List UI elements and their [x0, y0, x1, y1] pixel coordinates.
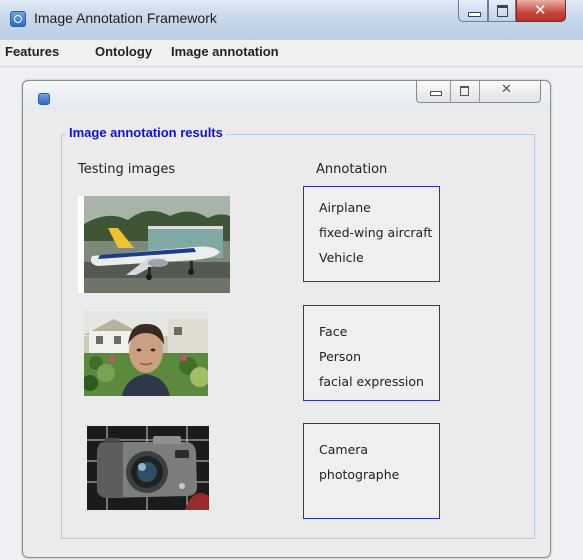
annotation-label: Face [319, 324, 348, 339]
maximize-icon [460, 86, 469, 96]
maximize-icon [497, 5, 508, 17]
close-icon: ✕ [534, 1, 547, 19]
annotation-label: Camera [319, 442, 369, 457]
minimize-icon [430, 91, 442, 96]
internal-frame-controls: ✕ [416, 81, 541, 103]
minimize-icon [468, 12, 481, 17]
annotation-label: Vehicle [319, 250, 364, 265]
annotation-label: facial expression [319, 374, 424, 389]
group-title: Image annotation results [66, 125, 226, 140]
column-header-testing-images: Testing images [78, 162, 176, 177]
window-title: Image Annotation Framework [34, 10, 217, 26]
face-image [84, 311, 208, 396]
airplane-image [78, 196, 230, 293]
menu-ontology[interactable]: Ontology [95, 44, 152, 59]
annotation-label: photographe [319, 467, 400, 482]
annotation-box-2: Face Person facial expression [303, 305, 440, 401]
internal-frame-title-bar[interactable]: ✕ [23, 81, 550, 109]
camera-image [87, 426, 209, 510]
annotation-box-3: Camera photographe [303, 423, 440, 519]
annotation-label: fixed-wing aircraft [319, 225, 433, 240]
menu-features[interactable]: Features [5, 44, 59, 59]
maximize-button[interactable] [488, 0, 516, 22]
column-header-annotation: Annotation [316, 162, 388, 177]
internal-close-button[interactable]: ✕ [480, 81, 541, 102]
frame-icon [38, 93, 50, 105]
close-button[interactable]: ✕ [516, 0, 566, 22]
minimize-button[interactable] [458, 0, 488, 22]
window-title-bar[interactable]: Image Annotation Framework ✕ [0, 0, 583, 41]
annotation-label: Airplane [319, 200, 371, 215]
annotation-box-1: Airplane fixed-wing aircraft Vehicle [303, 186, 440, 282]
internal-minimize-button[interactable] [417, 81, 450, 102]
internal-frame: ✕ Image annotation results Testing image… [22, 80, 551, 558]
annotation-label: Person [319, 349, 362, 364]
app-icon [10, 11, 26, 27]
internal-maximize-button[interactable] [451, 81, 479, 102]
menu-image-annotation[interactable]: Image annotation [171, 44, 279, 59]
menu-bar: Features Ontology Image annotation [0, 40, 583, 67]
close-icon: ✕ [501, 82, 512, 97]
